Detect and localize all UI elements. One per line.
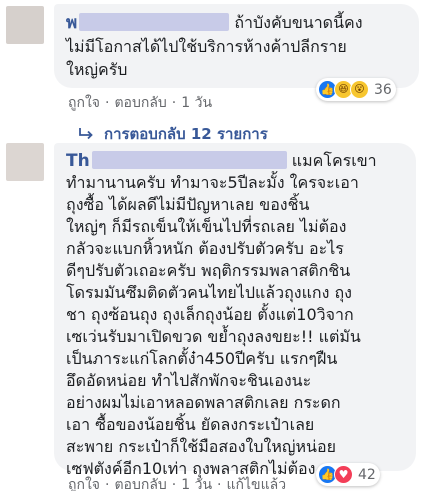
- reaction-count: 36: [374, 81, 392, 98]
- comment-text: พ ถ้าบังคับขนาดนี้คง ไม่มีโอกาสได้ไปใช้บ…: [66, 13, 363, 79]
- reaction-summary[interactable]: 👍 ♥ 42: [316, 463, 380, 486]
- commenter-avatar[interactable]: [6, 143, 44, 181]
- comment-author[interactable]: พ: [66, 13, 230, 33]
- wow-reaction-icon: 😮: [350, 80, 369, 99]
- timestamp-link[interactable]: 1 วัน: [181, 474, 212, 491]
- edited-link[interactable]: แก้ไขแล้ว: [227, 474, 287, 491]
- reply-arrow-icon: [79, 128, 93, 140]
- like-link[interactable]: ถูกใจ: [68, 92, 100, 114]
- love-reaction-icon: ♥: [334, 465, 353, 484]
- comment-bubble: พ ถ้าบังคับขนาดนี้คง ไม่มีโอกาสได้ไปใช้บ…: [54, 4, 419, 88]
- comment-text: Th แมคโครเขา ทำมานานครับ ทำมาจะ5ปีละมั้ง…: [66, 151, 377, 478]
- comment-actions: ถูกใจ · ตอบกลับ · 1 วัน: [68, 92, 212, 114]
- separator-dot: ·: [171, 95, 177, 111]
- like-link[interactable]: ถูกใจ: [68, 474, 100, 491]
- separator-dot: ·: [171, 477, 177, 491]
- separator-dot: ·: [217, 477, 222, 491]
- reply-link[interactable]: ตอบกลับ: [114, 92, 166, 114]
- timestamp-link[interactable]: 1 วัน: [181, 92, 212, 114]
- separator-dot: ·: [105, 477, 110, 491]
- commenter-avatar[interactable]: [6, 6, 44, 44]
- separator-dot: ·: [105, 95, 110, 111]
- comment-bubble: Th แมคโครเขา ทำมานานครับ ทำมาจะ5ปีละมั้ง…: [54, 143, 416, 478]
- reaction-count: 42: [358, 466, 376, 483]
- reaction-summary[interactable]: 👍 😆 😮 36: [316, 78, 396, 101]
- comment-author[interactable]: Th: [66, 151, 287, 171]
- redacted-name: [79, 13, 230, 31]
- redacted-name: [91, 151, 287, 169]
- comment-actions: ถูกใจ · ตอบกลับ · 1 วัน · แก้ไขแล้ว: [68, 474, 286, 491]
- reply-link[interactable]: ตอบกลับ: [114, 474, 166, 491]
